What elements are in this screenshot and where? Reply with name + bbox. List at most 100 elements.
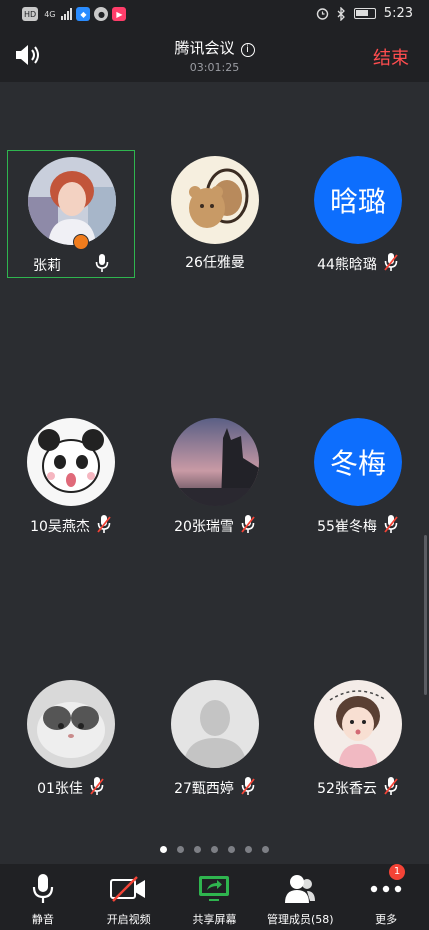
participant-name-row: 27甄西婷 (151, 776, 279, 800)
participant-avatar (171, 418, 259, 506)
members-icon (285, 875, 316, 903)
participant-avatar (314, 680, 402, 768)
members-label: 管理成员(58) (266, 913, 334, 926)
participant-name-row: 44熊晗璐 (294, 252, 422, 276)
participant-name: 55崔冬梅 (317, 519, 377, 535)
shield-app-icon: ◆ (76, 7, 91, 21)
video-label: 开启视频 (106, 913, 151, 926)
mute-button[interactable]: 静音 (0, 864, 86, 930)
signal-icon (61, 8, 73, 20)
microphone-icon (32, 874, 53, 903)
mic-status (95, 253, 109, 277)
chat-app-icon: ● (94, 7, 109, 21)
participant-tile[interactable]: 20张瑞雪 (151, 412, 279, 540)
participant-tile[interactable]: 冬梅 55崔冬梅 (294, 412, 422, 540)
microphone-muted-icon (241, 515, 255, 533)
video-off-icon (109, 876, 145, 902)
participant-name-row: 01张佳 (7, 776, 135, 800)
participant-tile[interactable]: 27甄西婷 (151, 674, 279, 802)
participant-avatar (171, 680, 259, 768)
network-tag: 4G (44, 9, 56, 19)
participant-avatar (27, 418, 115, 506)
avatar-initials: 冬梅 (314, 418, 402, 506)
participant-name: 01张佳 (37, 781, 83, 797)
end-meeting-button[interactable]: 结束 (373, 44, 409, 70)
meeting-title-text: 腾讯会议 (174, 39, 235, 57)
participant-name: 27甄西婷 (174, 781, 234, 797)
participant-name: 52张香云 (317, 781, 377, 797)
participant-tile[interactable]: 26任雅曼 (151, 150, 279, 278)
participant-name: 44熊晗璐 (317, 257, 377, 273)
info-icon[interactable]: i (240, 43, 255, 57)
mic-status (240, 776, 256, 800)
video-app-icon: ▶ (112, 7, 127, 21)
more-icon (370, 885, 402, 893)
participant-tile[interactable]: 52张香云 (294, 674, 422, 802)
start-video-button[interactable]: 开启视频 (86, 864, 172, 930)
bottom-toolbar: 静音 开启视频 共享屏幕 管理成员(58) 1 更多 (0, 864, 429, 930)
more-button[interactable]: 1 更多 (343, 864, 429, 930)
meeting-header: 腾讯会议 i 03:01:25 结束 (0, 30, 429, 82)
microphone-muted-icon (384, 253, 398, 271)
participant-tile[interactable]: 10吴燕杰 (7, 412, 135, 540)
mic-status (89, 776, 105, 800)
participant-avatar: 冬梅 (314, 418, 402, 506)
participant-name-row: 20张瑞雪 (151, 514, 279, 538)
participant-avatar (27, 680, 115, 768)
host-badge-icon (73, 234, 89, 250)
participant-name-row: 张莉 (8, 253, 134, 277)
status-right: 5:23 (316, 6, 413, 21)
mic-status (240, 514, 256, 538)
manage-members-button[interactable]: 管理成员(58) (257, 864, 343, 930)
participant-tile[interactable]: 晗璐 44熊晗璐 (294, 150, 422, 278)
page-dot[interactable] (194, 846, 201, 853)
clock: 5:23 (383, 6, 413, 21)
avatar-initials: 晗璐 (314, 156, 402, 244)
page-dot[interactable] (177, 846, 184, 853)
status-left: HD 4G ◆ ● ▶ (22, 7, 127, 21)
battery-icon (353, 8, 376, 19)
microphone-muted-icon (90, 777, 104, 795)
participant-tile[interactable]: 01张佳 (7, 674, 135, 802)
hd-tag: HD (22, 7, 39, 21)
alarm-icon (316, 8, 328, 20)
mic-status (383, 514, 399, 538)
bluetooth-icon (337, 6, 345, 21)
participant-avatar (28, 157, 116, 245)
participant-name: 10吴燕杰 (30, 519, 90, 535)
microphone-muted-icon (384, 515, 398, 533)
participant-avatar: 晗璐 (314, 156, 402, 244)
page-dot[interactable] (245, 846, 252, 853)
meeting-title[interactable]: 腾讯会议 i (0, 37, 429, 58)
share-screen-button[interactable]: 共享屏幕 (172, 864, 258, 930)
more-label: 更多 (375, 913, 398, 926)
share-label: 共享屏幕 (192, 913, 237, 926)
participant-name: 张莉 (33, 258, 61, 274)
microphone-muted-icon (97, 515, 111, 533)
mic-status (383, 776, 399, 800)
notification-badge: 1 (389, 864, 406, 880)
status-bar: HD 4G ◆ ● ▶ 5:23 (0, 0, 429, 30)
participant-name-row: 55崔冬梅 (294, 514, 422, 538)
participant-name-row: 10吴燕杰 (7, 514, 135, 538)
meeting-duration: 03:01:25 (189, 61, 240, 74)
participant-tile[interactable]: 张莉 (7, 150, 135, 278)
mic-status (383, 252, 399, 276)
share-screen-icon (199, 876, 230, 901)
participant-name-row: 26任雅曼 (151, 252, 279, 272)
microphone-icon (95, 254, 109, 272)
scroll-indicator (424, 535, 427, 695)
page-dot[interactable] (228, 846, 235, 853)
participant-name-row: 52张香云 (294, 776, 422, 800)
microphone-muted-icon (384, 777, 398, 795)
page-dot[interactable] (160, 846, 167, 853)
participant-name: 20张瑞雪 (174, 519, 234, 535)
participant-avatar (171, 156, 259, 244)
mic-status (96, 514, 112, 538)
microphone-muted-icon (241, 777, 255, 795)
page-dot[interactable] (262, 846, 269, 853)
mute-label: 静音 (31, 913, 54, 926)
participant-name: 26任雅曼 (185, 255, 245, 271)
page-indicator[interactable] (160, 846, 269, 853)
page-dot[interactable] (211, 846, 218, 853)
